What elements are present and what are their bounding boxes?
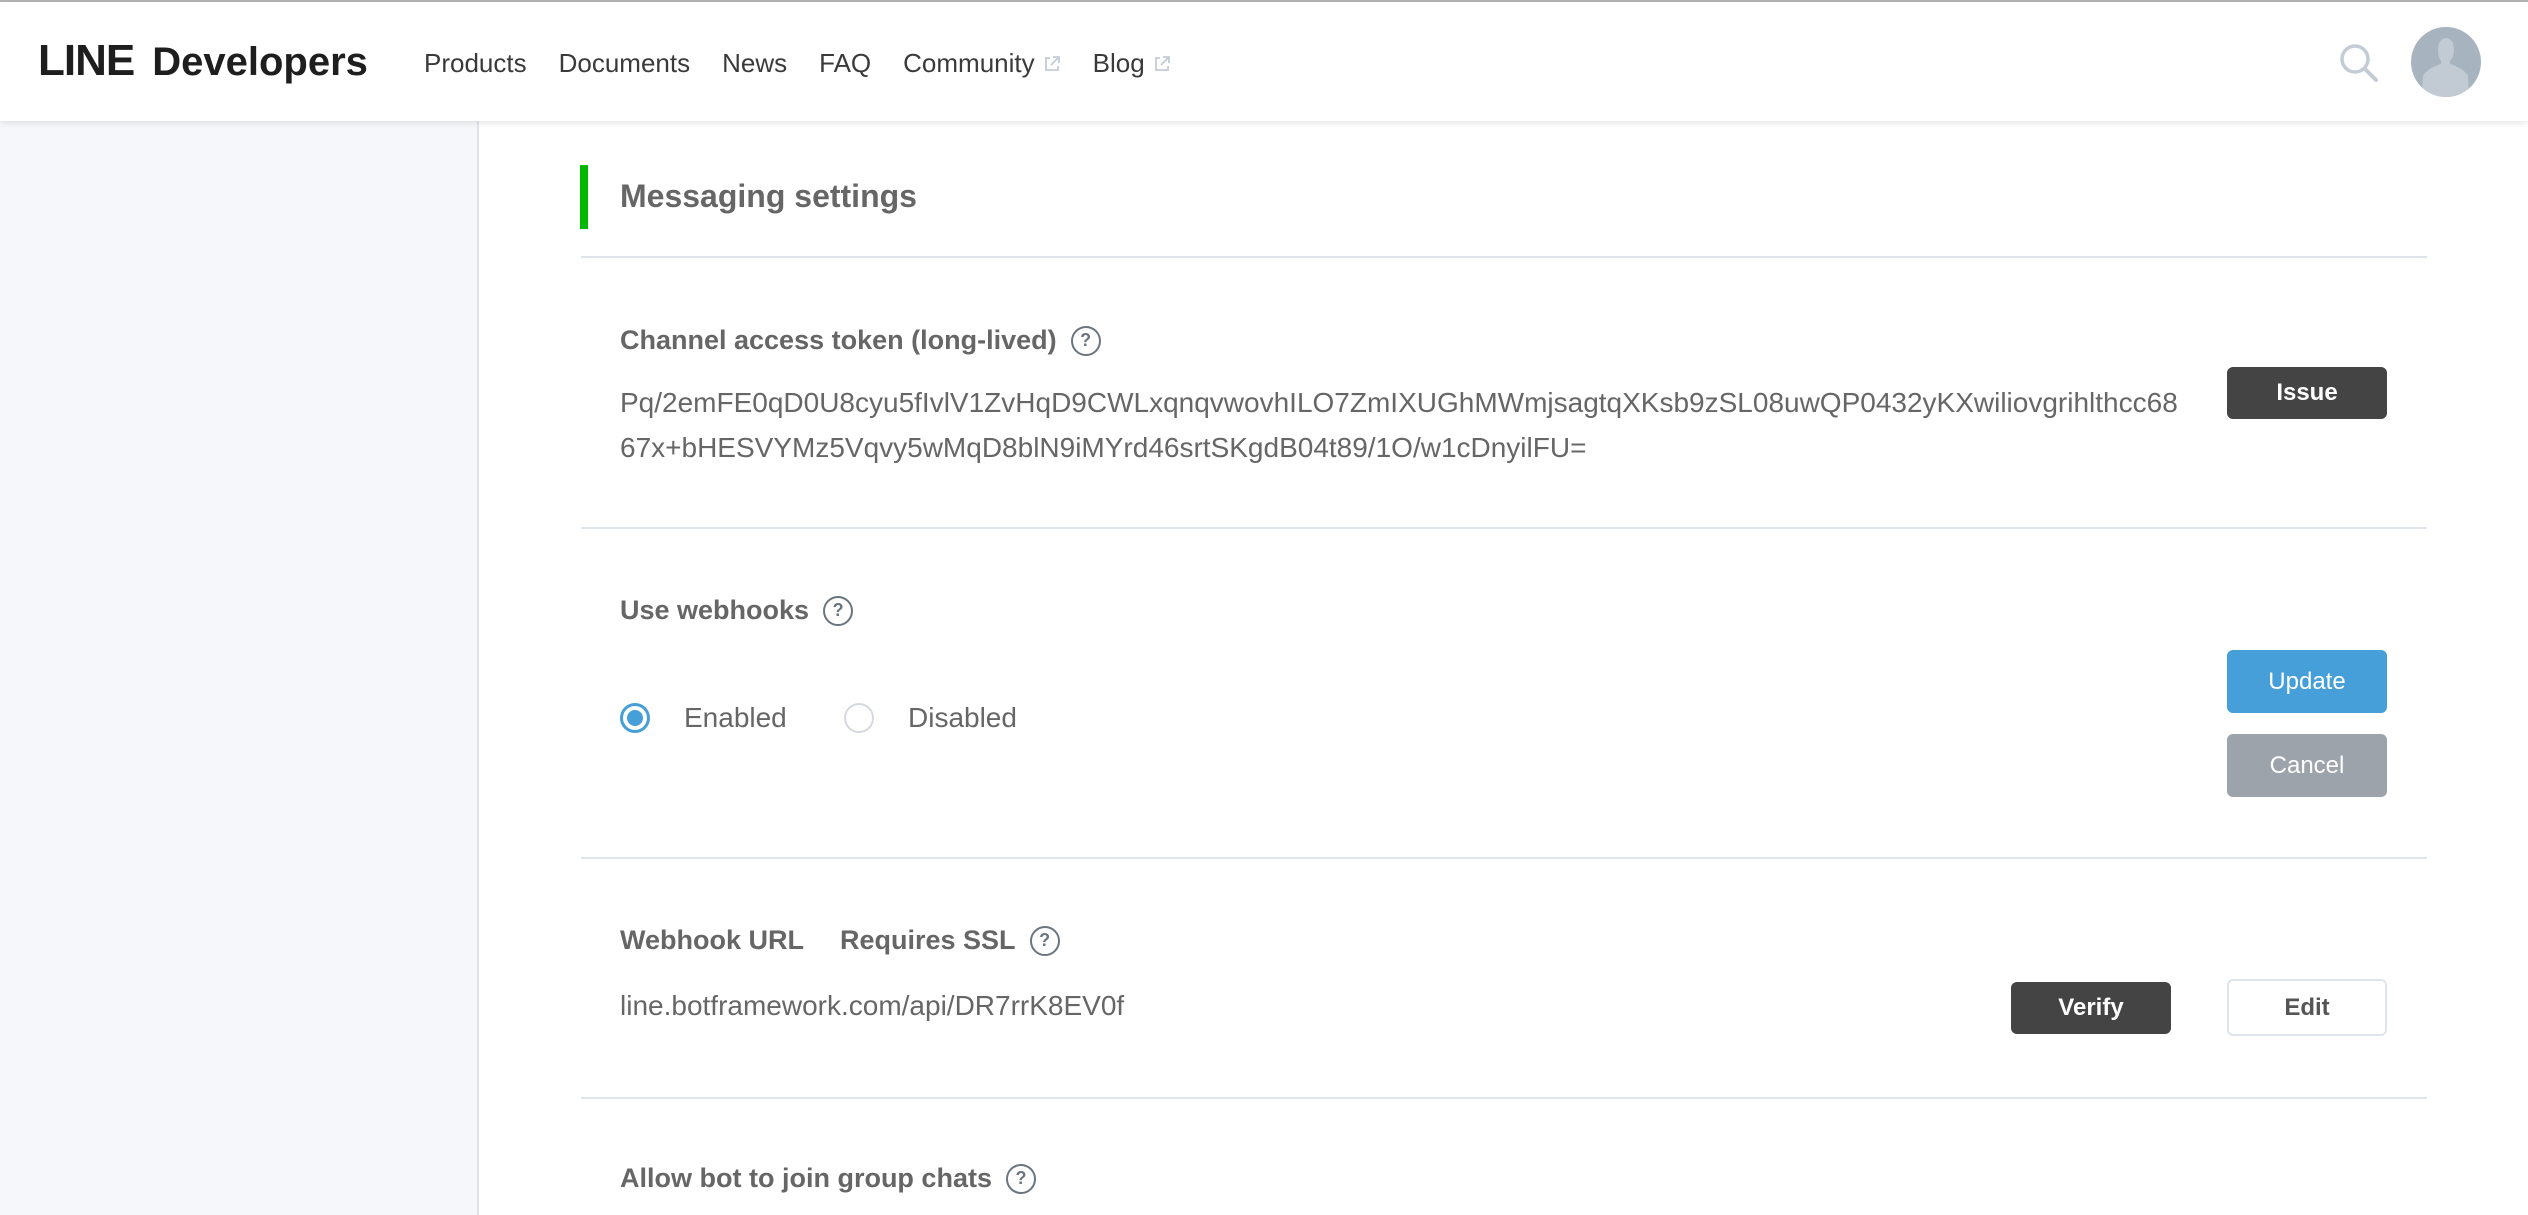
nav-community[interactable]: Community	[903, 48, 1060, 79]
nav-news[interactable]: News	[722, 48, 787, 79]
radio-enabled[interactable]: Enabled	[620, 702, 787, 734]
issue-button[interactable]: Issue	[2227, 367, 2387, 419]
cancel-button[interactable]: Cancel	[2227, 734, 2387, 797]
edit-button[interactable]: Edit	[2227, 979, 2387, 1036]
nav-faq[interactable]: FAQ	[819, 48, 871, 79]
external-link-icon	[1154, 55, 1170, 71]
group-chats-label-text: Allow bot to join group chats	[620, 1163, 992, 1193]
group-chats-label: Allow bot to join group chats ?	[620, 1163, 1036, 1194]
external-link-icon	[1044, 55, 1060, 71]
webhook-url-value: line.botframework.com/api/DR7rrK8EV0f	[620, 990, 1125, 1021]
nav-label: FAQ	[819, 48, 872, 78]
person-silhouette-icon	[2422, 38, 2469, 97]
nav-label: Blog	[1092, 48, 1145, 78]
help-icon[interactable]: ?	[823, 595, 854, 626]
radio-unchecked-icon	[844, 703, 874, 733]
logo-line: LINE	[38, 36, 135, 85]
use-webhooks-label: Use webhooks ?	[620, 595, 854, 626]
section-accent-bar	[580, 165, 588, 229]
help-icon[interactable]: ?	[1070, 325, 1101, 356]
search-icon[interactable]	[2338, 42, 2380, 84]
requires-ssl-label: Requires SSL	[840, 925, 1016, 955]
nav-label: Community	[903, 48, 1035, 78]
divider	[581, 1097, 2427, 1099]
divider	[581, 527, 2427, 529]
radio-checked-icon	[620, 703, 650, 733]
nav-label: News	[722, 48, 788, 78]
channel-token-label: Channel access token (long-lived) ?	[620, 325, 1101, 356]
use-webhooks-label-text: Use webhooks	[620, 595, 810, 625]
help-icon[interactable]: ?	[1005, 1163, 1036, 1194]
nav-documents[interactable]: Documents	[559, 48, 691, 79]
nav-label: Documents	[558, 48, 691, 78]
top-header: LINE Developers Products Documents News F…	[0, 2, 2528, 121]
help-icon[interactable]: ?	[1029, 925, 1060, 956]
logo-developers: Developers	[152, 40, 368, 84]
main-nav: Products Documents News FAQ Community Bl…	[424, 48, 1203, 79]
webhook-url-label-text: Webhook URL	[620, 925, 804, 955]
divider	[581, 256, 2427, 258]
nav-blog[interactable]: Blog	[1093, 48, 1171, 79]
user-avatar-icon[interactable]	[2411, 27, 2481, 97]
verify-button[interactable]: Verify	[2011, 982, 2171, 1034]
channel-token-value: Pq/2emFE0qD0U8cyu5fIvlV1ZvHqD9CWLxqnqvwo…	[620, 387, 2178, 463]
radio-label: Enabled	[684, 702, 787, 733]
update-button[interactable]: Update	[2227, 650, 2387, 713]
left-sidebar	[0, 121, 479, 1215]
nav-label: Products	[424, 48, 527, 78]
divider	[581, 857, 2427, 859]
webhook-url-label: Webhook URL Requires SSL ?	[620, 925, 1060, 956]
radio-disabled[interactable]: Disabled	[844, 702, 1017, 734]
line-developers-logo[interactable]: LINE Developers	[38, 36, 368, 86]
radio-label: Disabled	[908, 702, 1017, 733]
nav-products[interactable]: Products	[424, 48, 527, 79]
channel-token-label-text: Channel access token (long-lived)	[620, 325, 1057, 355]
section-title: Messaging settings	[620, 178, 917, 214]
